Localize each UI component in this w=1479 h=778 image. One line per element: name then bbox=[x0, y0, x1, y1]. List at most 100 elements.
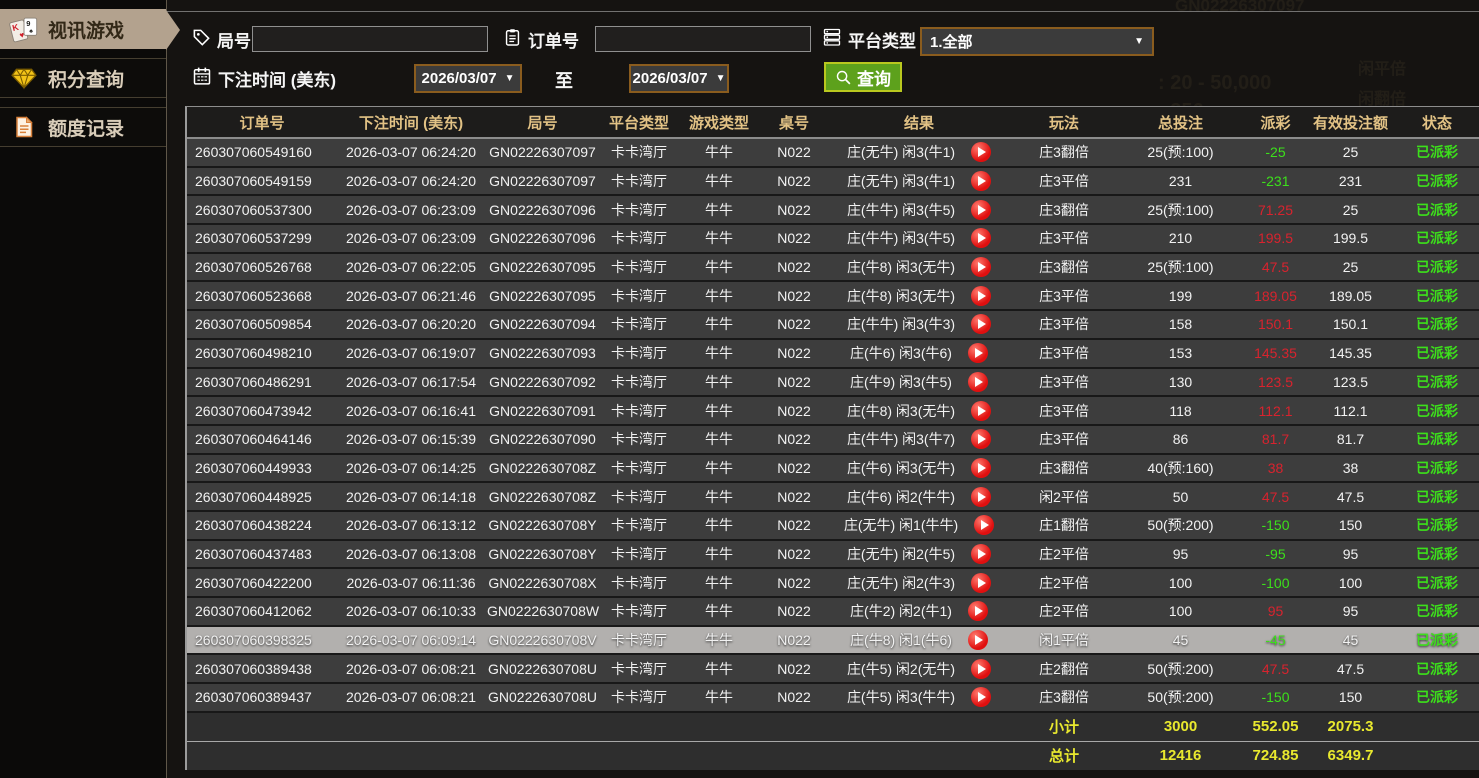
date-to-value: 2026/03/07 bbox=[633, 70, 708, 87]
playing-cards-icon: K♥9♠ bbox=[9, 14, 39, 44]
result-cell: 庄(牛8) 闲3(无牛) bbox=[828, 281, 1010, 310]
play-method-cell: 庄1翻倍 bbox=[1010, 511, 1118, 540]
total-valid-bet: 6349.7 bbox=[1308, 741, 1393, 770]
play-method-cell: 闲1平倍 bbox=[1010, 626, 1118, 655]
valid-bet-cell: 95 bbox=[1308, 597, 1393, 626]
column-header-7: 结果 bbox=[828, 107, 1010, 138]
play-video-button[interactable] bbox=[971, 573, 991, 593]
play-video-button[interactable] bbox=[971, 429, 991, 449]
background-game-text: : 20 - 50,000 bbox=[1158, 72, 1271, 95]
bet-time-cell: 2026-03-07 06:17:54 bbox=[337, 368, 485, 397]
table-cell: N022 bbox=[760, 511, 828, 540]
play-video-button[interactable] bbox=[971, 544, 991, 564]
bet-time-label: 下注时间 (美东) bbox=[218, 66, 336, 91]
table-row[interactable]: 2603070605236682026-03-07 06:21:46GN0222… bbox=[187, 281, 1479, 310]
platform-type-select[interactable]: 1.全部 ▼ bbox=[920, 27, 1154, 56]
platform-cell: 卡卡湾厅 bbox=[600, 224, 678, 253]
table-row[interactable]: 2603070603894372026-03-07 06:08:21GN0222… bbox=[187, 683, 1479, 712]
status-cell: 已派彩 bbox=[1393, 511, 1479, 540]
result-text: 庄(牛牛) 闲3(牛5) bbox=[847, 228, 955, 248]
play-video-button[interactable] bbox=[971, 200, 991, 220]
table-row[interactable]: 2603070604222002026-03-07 06:11:36GN0222… bbox=[187, 568, 1479, 597]
status-cell: 已派彩 bbox=[1393, 396, 1479, 425]
total-bet-cell: 130 bbox=[1118, 368, 1243, 397]
table-row[interactable]: 2603070604120622026-03-07 06:10:33GN0222… bbox=[187, 597, 1479, 626]
play-video-button[interactable] bbox=[968, 601, 988, 621]
chevron-down-icon: ▼ bbox=[505, 73, 515, 84]
play-video-button[interactable] bbox=[971, 687, 991, 707]
total-bet-cell: 40(预:160) bbox=[1118, 454, 1243, 483]
table-cell: N022 bbox=[760, 425, 828, 454]
order-cell: 260307060537300 bbox=[187, 195, 337, 224]
result-cell: 庄(牛9) 闲3(牛5) bbox=[828, 368, 1010, 397]
play-video-button[interactable] bbox=[971, 142, 991, 162]
diamond-icon bbox=[9, 63, 39, 93]
table-row[interactable]: 2603070603983252026-03-07 06:09:14GN0222… bbox=[187, 626, 1479, 655]
order-cell: 260307060398325 bbox=[187, 626, 337, 655]
play-video-button[interactable] bbox=[971, 659, 991, 679]
round-cell: GN02226307097 bbox=[485, 138, 600, 167]
table-cell: N022 bbox=[760, 396, 828, 425]
round-number-input[interactable] bbox=[252, 26, 488, 52]
date-to-select[interactable]: 2026/03/07 ▼ bbox=[629, 64, 729, 93]
sidebar-item-2[interactable]: 积分查询 bbox=[0, 58, 166, 98]
result-text: 庄(无牛) 闲3(牛1) bbox=[847, 171, 955, 191]
play-video-button[interactable] bbox=[968, 343, 988, 363]
payout-cell: 71.25 bbox=[1243, 195, 1308, 224]
date-from-select[interactable]: 2026/03/07 ▼ bbox=[414, 64, 522, 93]
valid-bet-cell: 123.5 bbox=[1308, 368, 1393, 397]
game-type-cell: 牛牛 bbox=[678, 310, 760, 339]
play-video-button[interactable] bbox=[971, 171, 991, 191]
play-video-button[interactable] bbox=[971, 401, 991, 421]
game-type-cell: 牛牛 bbox=[678, 597, 760, 626]
table-row[interactable]: 2603070604499332026-03-07 06:14:25GN0222… bbox=[187, 454, 1479, 483]
table-cell: N022 bbox=[760, 339, 828, 368]
table-row[interactable]: 2603070603894382026-03-07 06:08:21GN0222… bbox=[187, 654, 1479, 683]
play-video-button[interactable] bbox=[971, 314, 991, 334]
table-row[interactable]: 2603070604489252026-03-07 06:14:18GN0222… bbox=[187, 482, 1479, 511]
order-cell: 260307060438224 bbox=[187, 511, 337, 540]
platform-type-label-group: 平台类型 bbox=[822, 27, 916, 52]
sidebar-item-3[interactable]: 额度记录 bbox=[0, 107, 166, 147]
status-cell: 已派彩 bbox=[1393, 281, 1479, 310]
platform-cell: 卡卡湾厅 bbox=[600, 683, 678, 712]
table-row[interactable]: 2603070605372992026-03-07 06:23:09GN0222… bbox=[187, 224, 1479, 253]
table-row[interactable]: 2603070604982102026-03-07 06:19:07GN0222… bbox=[187, 339, 1479, 368]
status-cell: 已派彩 bbox=[1393, 540, 1479, 569]
table-row[interactable]: 2603070604862912026-03-07 06:17:54GN0222… bbox=[187, 368, 1479, 397]
status-cell: 已派彩 bbox=[1393, 339, 1479, 368]
table-row[interactable]: 2603070604641462026-03-07 06:15:39GN0222… bbox=[187, 425, 1479, 454]
table-row[interactable]: 2603070604374832026-03-07 06:13:08GN0222… bbox=[187, 540, 1479, 569]
play-video-button[interactable] bbox=[974, 515, 994, 535]
total-bet-cell: 95 bbox=[1118, 540, 1243, 569]
play-video-button[interactable] bbox=[971, 257, 991, 277]
chevron-down-icon: ▼ bbox=[716, 73, 726, 84]
table-row[interactable]: 2603070605491592026-03-07 06:24:20GN0222… bbox=[187, 167, 1479, 196]
bet-time-cell: 2026-03-07 06:08:21 bbox=[337, 654, 485, 683]
play-video-button[interactable] bbox=[968, 630, 988, 650]
table-row[interactable]: 2603070605098542026-03-07 06:20:20GN0222… bbox=[187, 310, 1479, 339]
table-row[interactable]: 2603070605491602026-03-07 06:24:20GN0222… bbox=[187, 138, 1479, 167]
table-row[interactable]: 2603070605267682026-03-07 06:22:05GN0222… bbox=[187, 253, 1479, 282]
sidebar-item-1[interactable]: K♥9♠视讯游戏 bbox=[0, 9, 166, 49]
table-cell: N022 bbox=[760, 454, 828, 483]
table-row[interactable]: 2603070604382242026-03-07 06:13:12GN0222… bbox=[187, 511, 1479, 540]
play-video-button[interactable] bbox=[971, 487, 991, 507]
order-cell: 260307060412062 bbox=[187, 597, 337, 626]
play-video-button[interactable] bbox=[968, 372, 988, 392]
platform-cell: 卡卡湾厅 bbox=[600, 167, 678, 196]
play-method-cell: 庄3平倍 bbox=[1010, 368, 1118, 397]
play-video-button[interactable] bbox=[971, 458, 991, 478]
status-cell: 已派彩 bbox=[1393, 368, 1479, 397]
result-text: 庄(牛6) 闲3(无牛) bbox=[847, 458, 955, 478]
table-row[interactable]: 2603070604739422026-03-07 06:16:41GN0222… bbox=[187, 396, 1479, 425]
play-video-button[interactable] bbox=[971, 286, 991, 306]
result-cell: 庄(牛2) 闲2(牛1) bbox=[828, 597, 1010, 626]
table-cell: N022 bbox=[760, 654, 828, 683]
play-method-cell: 闲2平倍 bbox=[1010, 482, 1118, 511]
table-row[interactable]: 2603070605373002026-03-07 06:23:09GN0222… bbox=[187, 195, 1479, 224]
search-button[interactable]: 查询 bbox=[824, 62, 902, 92]
order-number-input[interactable] bbox=[595, 26, 811, 52]
platform-cell: 卡卡湾厅 bbox=[600, 425, 678, 454]
play-video-button[interactable] bbox=[971, 228, 991, 248]
